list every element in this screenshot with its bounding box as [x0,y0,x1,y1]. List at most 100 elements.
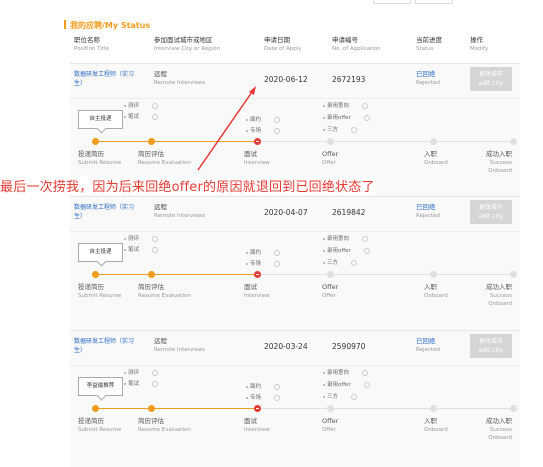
progress-node [430,271,437,278]
progress-node [254,271,261,278]
sub-step: 录用offer [323,380,370,388]
progress-line [330,141,433,142]
progress-line [95,141,151,142]
application-row: 数据研发工程师（实习生） 远程 Remote Interviews 2020-03-2… [70,331,520,366]
progress-line [433,274,513,275]
sub-step: 笔试 [124,245,159,253]
application-row: 数据研发工程师（实习生） 远程 Remote Interviews 2020-06-1… [70,64,520,99]
step-label: 投递简历 Submit Resume [78,283,122,299]
step-label: 投递简历 Submit Resume [78,150,122,166]
position-link[interactable]: 数据研发工程师（实习生） [74,70,134,88]
progress-node [430,405,437,412]
progress-line [151,141,257,142]
progress-line [433,141,513,142]
top-button-strip [373,0,453,4]
progress-node [148,405,155,412]
interview-city: 远程 Remote Interviews [154,70,206,86]
step-label: 简历评估 Resume Evaluation [138,417,191,433]
edit-city-button[interactable]: 更改城市 edit city [470,200,512,224]
step-label: 成功入职 Success Onboard [486,150,512,174]
sub-step: 三方 [323,258,358,266]
progress-node [92,405,99,412]
position-link[interactable]: 数据研发工程师（实习生） [74,203,134,221]
sub-step: 面约 [246,248,281,256]
top-button-b[interactable] [415,0,453,4]
sub-step: 录用意向 [323,101,369,109]
application-number: 2619842 [332,208,366,217]
progress-line [95,408,151,409]
status-badge: 已回绝 Rejected [416,70,440,86]
progress-flow: 自主投递 测评 笔试 面约 专场 录用意向 录用offer 三方 投递简历 Submit Resu… [70,231,520,333]
sub-step: 面约 [246,115,281,123]
progress-line [330,274,433,275]
annotation-text: 最后一次捞我，因为后来回绝offer的原因就退回到已回绝状态了 [0,176,375,195]
progress-node [92,271,99,278]
progress-node [327,271,334,278]
sub-step: 专场 [246,259,281,267]
application-number: 2590970 [332,342,366,351]
application-number: 2672193 [332,75,366,84]
sub-step: 笔试 [124,112,159,120]
progress-line [257,274,330,275]
header-modify: 操作 Modify [470,36,489,52]
apply-date: 2020-03-24 [264,342,308,351]
progress-node [430,138,437,145]
sub-step: 三方 [323,125,358,133]
application-row: 数据研发工程师（实习生） 远程 Remote Interviews 2020-04-0… [70,197,520,232]
apply-date: 2020-04-07 [264,208,308,217]
progress-flow: 李益瑜推荐 测评 笔试 面约 专场 录用意向 录用offer 三方 投递简历 Submit Res… [70,365,520,467]
step-label: 面试 Interview [244,417,270,433]
sub-step: 测评 [124,101,159,109]
header-date: 申请日期 Date of Apply [264,36,302,52]
application-card: 数据研发工程师（实习生） 远程 Remote Interviews 2020-03-2… [70,330,520,467]
step-label: 简历评估 Resume Evaluation [138,150,191,166]
source-tag: 李益瑜推荐 [78,377,123,396]
progress-node [254,405,261,412]
sub-step: 录用offer [323,246,370,254]
step-label: Offer Offer [322,417,339,433]
source-tag: 自主投递 [78,243,123,262]
application-card: 数据研发工程师（实习生） 远程 Remote Interviews 2020-04-0… [70,196,520,333]
header-position: 职位名称 Position Title [74,36,109,52]
position-link[interactable]: 数据研发工程师（实习生） [74,337,134,355]
header-number: 申请编号 No. of Application [332,36,381,52]
sub-step: 录用意向 [323,368,369,376]
progress-node [510,138,517,145]
progress-node [254,138,261,145]
progress-line [95,274,151,275]
status-badge: 已回绝 Rejected [416,203,440,219]
table-header: 职位名称 Position Title 参加面试城市或地区 Interview Ci… [70,33,520,59]
progress-node [148,271,155,278]
apply-date: 2020-06-12 [264,75,308,84]
progress-node [510,405,517,412]
sub-step: 录用offer [323,113,370,121]
step-label: Offer Offer [322,283,339,299]
header-city: 参加面试城市或地区 Interview City or Region [154,36,221,52]
sub-step: 专场 [246,126,281,134]
interview-city: 远程 Remote Interviews [154,203,206,219]
sub-step: 录用意向 [323,234,369,242]
sub-step: 专场 [246,393,281,401]
progress-node [327,138,334,145]
edit-city-button[interactable]: 更改城市 edit city [470,67,512,91]
progress-line [433,408,513,409]
top-button-a[interactable] [373,0,411,4]
header-status: 当前进度 Status [416,36,442,52]
step-label: 简历评估 Resume Evaluation [138,283,191,299]
step-label: 入职 Onboard [424,283,448,299]
step-label: 面试 Interview [244,283,270,299]
edit-city-button[interactable]: 更改城市 edit city [470,334,512,358]
interview-city: 远程 Remote Interviews [154,337,206,353]
progress-line [151,408,257,409]
progress-line [330,408,433,409]
step-label: 成功入职 Success Onboard [486,283,512,307]
progress-node [327,405,334,412]
step-label: 成功入职 Success Onboard [486,417,512,441]
status-badge: 已回绝 Rejected [416,337,440,353]
progress-node [92,138,99,145]
sub-step: 三方 [323,392,358,400]
source-tag: 自主投递 [78,110,123,129]
progress-line [257,408,330,409]
sub-step: 面约 [246,382,281,390]
step-label: Offer Offer [322,150,339,166]
